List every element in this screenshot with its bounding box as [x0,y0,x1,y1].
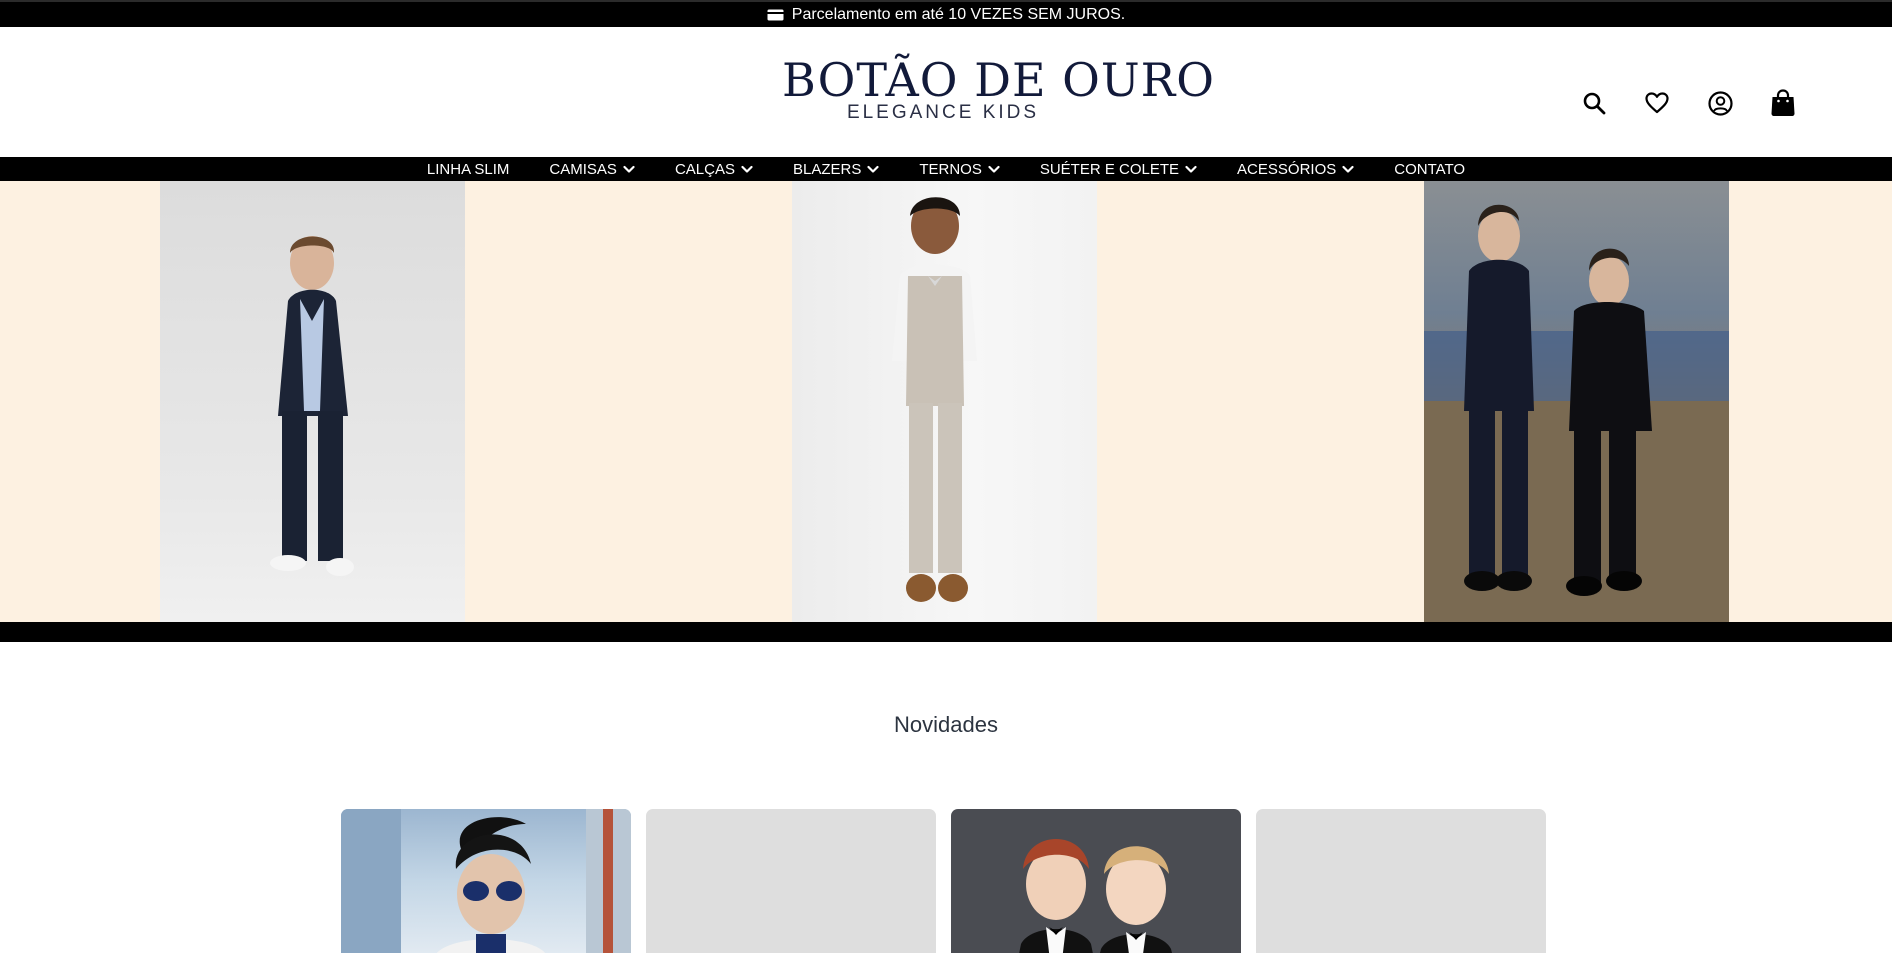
nav-item-ternos[interactable]: TERNOS [899,161,1020,178]
chevron-down-icon [1342,165,1354,173]
nav-item-blazers[interactable]: BLAZERS [773,161,899,178]
chevron-down-icon [741,165,753,173]
nav-item-linha-slim[interactable]: LINHA SLIM [407,161,530,178]
hero-banner[interactable] [0,181,1892,622]
product-card-placeholder[interactable] [1256,809,1546,953]
nav-item-label: SUÉTER E COLETE [1039,160,1180,178]
hero-image-boy-grey-vest[interactable] [792,181,1097,622]
heart-icon[interactable] [1643,89,1671,117]
hero-image-two-boys-tuxedo[interactable] [1424,181,1729,622]
nav-item-label: CALÇAS [674,160,735,178]
logo-title: BOTÃO DE OURO [782,53,1215,107]
chevron-down-icon [867,165,879,173]
search-icon[interactable] [1580,89,1608,117]
chevron-down-icon [623,165,635,173]
nav-item-camisas[interactable]: CAMISAS [529,161,655,178]
nav-item-label: TERNOS [919,160,982,178]
nav-list: LINHA SLIM CAMISAS CALÇAS BLAZERS TERNOS SUÉT… [407,161,1485,178]
chevron-down-icon [988,165,1000,173]
product-grid [341,809,1546,953]
nav-item-label: CONTATO [1394,160,1466,178]
chevron-down-icon [1185,165,1197,173]
product-card[interactable] [341,809,631,953]
hero-divider [0,622,1892,642]
nav-item-label: ACESSÓRIOS [1237,160,1337,178]
nav-item-calcas[interactable]: CALÇAS [655,161,773,178]
product-card-placeholder[interactable] [646,809,936,953]
bag-icon[interactable] [1769,89,1797,117]
header-actions [1580,89,1797,117]
nav-item-label: BLAZERS [792,160,862,178]
hero-image-boy-navy-blazer[interactable] [160,181,465,622]
nav-item-label: LINHA SLIM [426,160,510,178]
nav-item-contato[interactable]: CONTATO [1374,161,1485,178]
credit-card-icon [767,9,784,21]
announcement-bar: Parcelamento em até 10 VEZES SEM JUROS. [0,0,1892,27]
nav-item-acessorios[interactable]: ACESSÓRIOS [1217,161,1374,178]
site-header: BOTÃO DE OURO ELEGANCE KIDS [0,27,1892,157]
section-title-novidades: Novidades [894,712,998,737]
brand-logo[interactable]: BOTÃO DE OURO ELEGANCE KIDS [782,53,1215,127]
product-card[interactable] [951,809,1241,953]
announcement-text: Parcelamento em até 10 VEZES SEM JUROS. [791,5,1126,23]
main-navigation: LINHA SLIM CAMISAS CALÇAS BLAZERS TERNOS SUÉT… [0,157,1892,181]
user-icon[interactable] [1706,89,1734,117]
nav-item-label: CAMISAS [549,160,617,178]
nav-item-sueter-e-colete[interactable]: SUÉTER E COLETE [1020,161,1217,178]
